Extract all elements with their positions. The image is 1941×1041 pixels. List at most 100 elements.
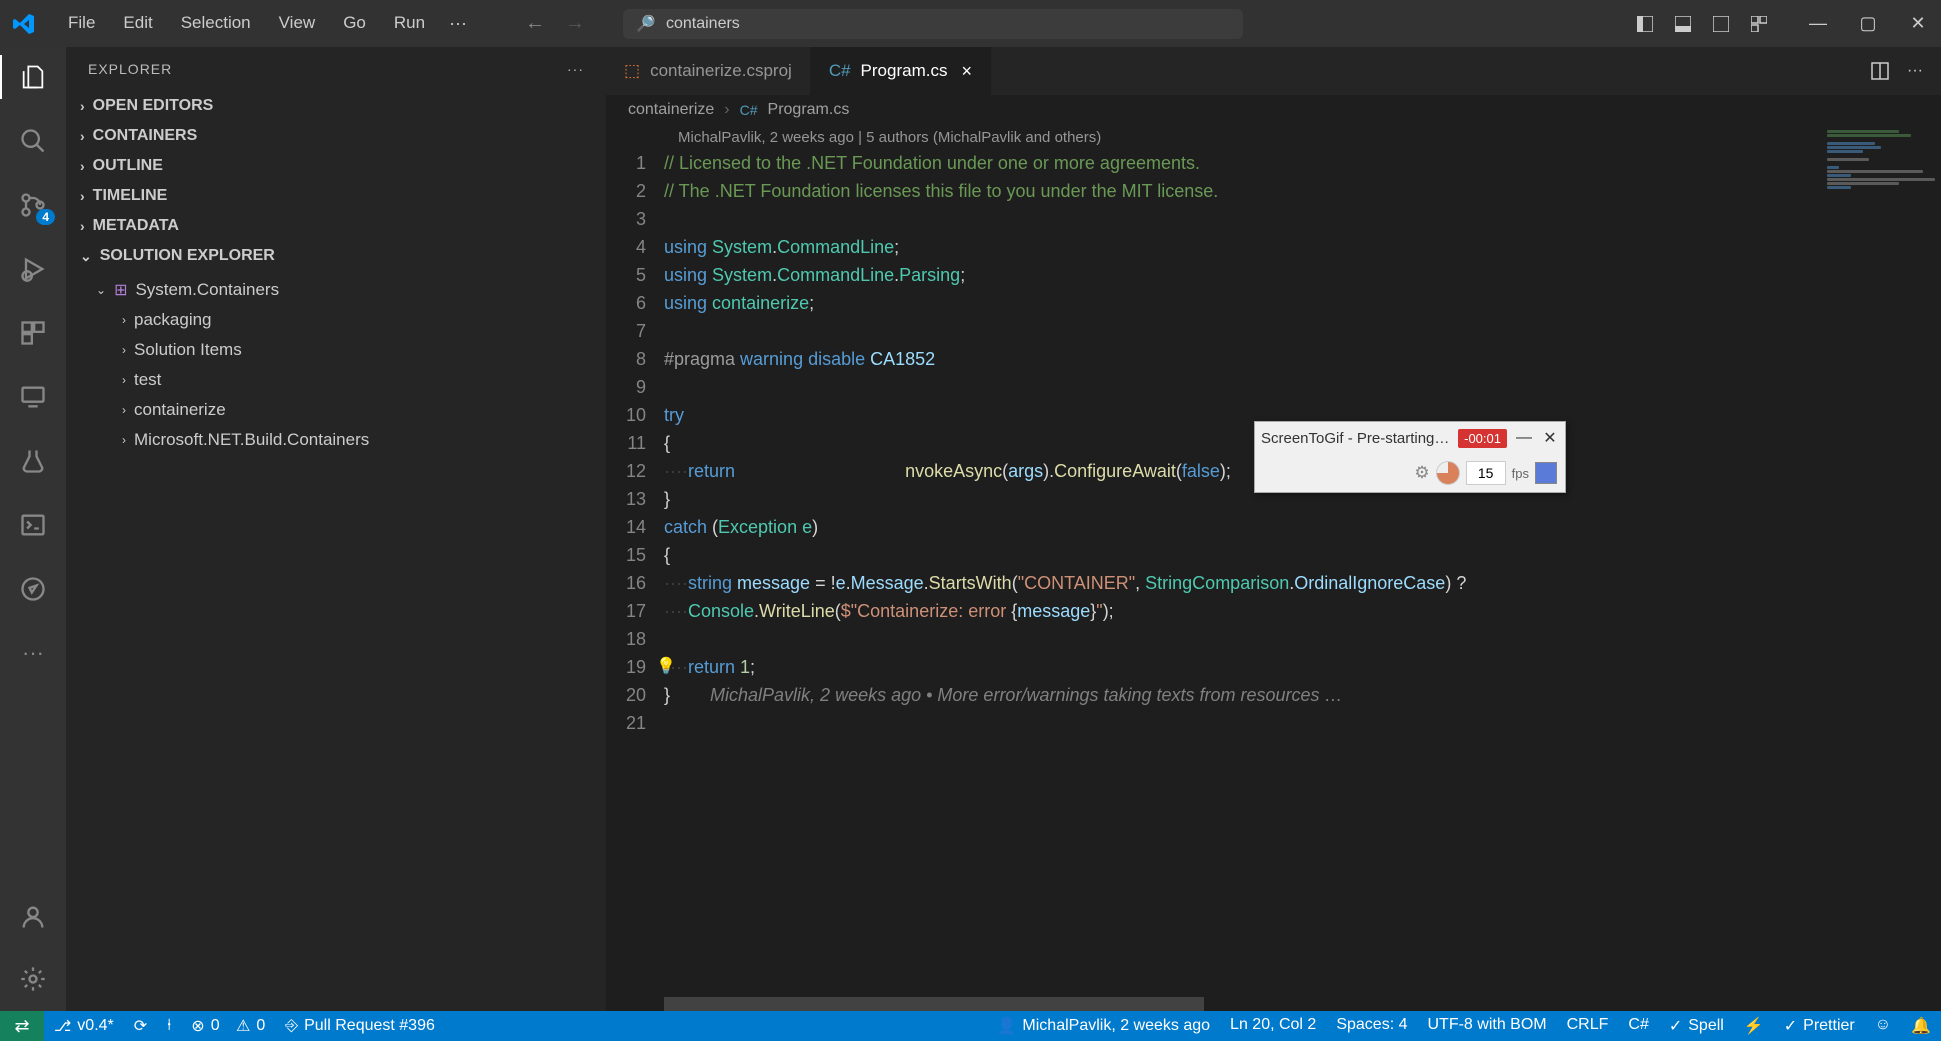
section-metadata[interactable]: ›METADATA: [66, 211, 606, 241]
window-maximize-icon[interactable]: ▢: [1855, 13, 1881, 34]
sync-icon: ⟳: [134, 1016, 147, 1036]
fps-input[interactable]: [1466, 461, 1506, 485]
section-timeline[interactable]: ›TIMELINE: [66, 181, 606, 211]
tab-program-cs[interactable]: C# Program.cs ×: [811, 47, 991, 95]
gear-icon[interactable]: ⚙: [1414, 463, 1429, 483]
tree-item[interactable]: ›Microsoft.NET.Build.Containers: [66, 425, 606, 455]
menu-edit[interactable]: Edit: [109, 7, 166, 40]
nav-back-icon[interactable]: ←: [525, 12, 545, 35]
color-swatch[interactable]: [1535, 462, 1557, 484]
section-outline[interactable]: ›OUTLINE: [66, 151, 606, 181]
menu-go[interactable]: Go: [329, 7, 380, 40]
breadcrumb-file[interactable]: Program.cs: [768, 101, 850, 119]
status-spark[interactable]: ⚡: [1734, 1016, 1774, 1036]
command-center[interactable]: 🔍 containers: [623, 9, 1243, 39]
activity-terminal-icon[interactable]: [15, 507, 51, 543]
status-pr[interactable]: ⎆Pull Request #396: [275, 1011, 445, 1041]
activity-compass-icon[interactable]: [15, 571, 51, 607]
tree-root[interactable]: ⌄⊞System.Containers: [66, 275, 606, 305]
status-encoding[interactable]: UTF-8 with BOM: [1417, 1016, 1556, 1034]
tree-item[interactable]: ›packaging: [66, 305, 606, 335]
feedback-icon: ☺: [1875, 1016, 1891, 1034]
scrollbar-thumb[interactable]: [664, 997, 1204, 1011]
section-label: OPEN EDITORS: [93, 97, 214, 115]
activity-debug-icon[interactable]: [15, 251, 51, 287]
status-blame[interactable]: 👤MichalPavlik, 2 weeks ago: [986, 1016, 1220, 1036]
activity-account-icon[interactable]: [15, 899, 51, 935]
editor-more-icon[interactable]: ···: [1907, 62, 1923, 80]
screentogif-popup[interactable]: ScreenToGif - Pre-starting… -00:01 — ✕ ⚙…: [1254, 421, 1566, 493]
activity-testing-icon[interactable]: [15, 443, 51, 479]
status-sync[interactable]: ⟳: [124, 1011, 157, 1041]
activity-extensions-icon[interactable]: [15, 315, 51, 351]
menu-view[interactable]: View: [265, 7, 330, 40]
remote-indicator[interactable]: ⇄: [0, 1011, 44, 1041]
status-bell[interactable]: 🔔: [1901, 1016, 1941, 1036]
status-position[interactable]: Ln 20, Col 2: [1220, 1016, 1326, 1034]
status-prettier[interactable]: ✓Prettier: [1774, 1016, 1865, 1036]
tree-item[interactable]: ›test: [66, 365, 606, 395]
menu-selection[interactable]: Selection: [167, 7, 265, 40]
popup-close-icon[interactable]: ✕: [1541, 428, 1559, 448]
tree-item[interactable]: ›Solution Items: [66, 335, 606, 365]
status-spell[interactable]: ✓Spell: [1659, 1016, 1734, 1036]
menu-more-icon[interactable]: ···: [439, 7, 477, 40]
section-label: METADATA: [93, 217, 179, 235]
sidebar-header: EXPLORER ···: [66, 47, 606, 91]
activity-more-icon[interactable]: ···: [15, 635, 51, 671]
status-graph[interactable]: ⍿: [157, 1011, 181, 1041]
search-icon: 🔍: [636, 14, 656, 34]
breadcrumb[interactable]: containerize › C# Program.cs: [606, 95, 1941, 125]
menu-file[interactable]: File: [54, 7, 109, 40]
chevron-down-icon: ⌄: [80, 248, 92, 265]
tab-containerize-csproj[interactable]: ⬚ containerize.csproj: [606, 47, 811, 95]
activity-settings-icon[interactable]: [15, 961, 51, 997]
layout-bottom-icon[interactable]: [1671, 12, 1695, 36]
activity-scm-icon[interactable]: 4: [15, 187, 51, 223]
popup-minimize-icon[interactable]: —: [1515, 429, 1533, 447]
window-minimize-icon[interactable]: —: [1805, 13, 1831, 34]
line-gutter: 123456789101112131415161718192021: [606, 149, 664, 737]
layout-right-icon[interactable]: [1709, 12, 1733, 36]
vscode-logo-icon: [10, 10, 38, 38]
breadcrumb-folder[interactable]: containerize: [628, 101, 714, 119]
sidebar-more-icon[interactable]: ···: [567, 61, 584, 77]
fps-label: fps: [1512, 466, 1529, 481]
section-solution-explorer[interactable]: ⌄ SOLUTION EXPLORER: [66, 241, 606, 271]
activity-search-icon[interactable]: [15, 123, 51, 159]
tree-label: Microsoft.NET.Build.Containers: [134, 430, 369, 450]
menu-run[interactable]: Run: [380, 7, 439, 40]
section-label: SOLUTION EXPLORER: [100, 247, 275, 265]
tree-item[interactable]: ›containerize: [66, 395, 606, 425]
layout-side-icon[interactable]: [1633, 12, 1657, 36]
warning-count: 0: [256, 1017, 265, 1035]
status-eol[interactable]: CRLF: [1557, 1016, 1619, 1034]
split-editor-icon[interactable]: [1871, 62, 1889, 80]
section-containers[interactable]: ›CONTAINERS: [66, 121, 606, 151]
status-spaces[interactable]: Spaces: 4: [1326, 1016, 1417, 1034]
status-branch[interactable]: ⎇v0.4*: [44, 1011, 124, 1041]
layout-customize-icon[interactable]: [1747, 12, 1771, 36]
csharp-icon: C#: [829, 61, 851, 81]
window-close-icon[interactable]: ✕: [1905, 13, 1931, 34]
nav-forward-icon[interactable]: →: [565, 12, 585, 35]
close-icon[interactable]: ×: [961, 61, 972, 82]
sidebar-title: EXPLORER: [88, 61, 172, 77]
popup-titlebar[interactable]: ScreenToGif - Pre-starting… -00:01 — ✕: [1255, 422, 1565, 454]
activity-remote-icon[interactable]: [15, 379, 51, 415]
warning-icon: ⚠: [236, 1016, 250, 1036]
status-lang[interactable]: C#: [1618, 1016, 1658, 1034]
chevron-right-icon: ›: [122, 373, 126, 387]
codelens[interactable]: MichalPavlik, 2 weeks ago | 5 authors (M…: [606, 125, 1941, 149]
activity-explorer-icon[interactable]: [15, 59, 51, 95]
status-feedback[interactable]: ☺: [1865, 1016, 1901, 1034]
section-label: OUTLINE: [93, 157, 163, 175]
horizontal-scrollbar[interactable]: [664, 997, 1821, 1011]
section-label: TIMELINE: [93, 187, 168, 205]
section-label: CONTAINERS: [93, 127, 198, 145]
status-problems[interactable]: ⊗0 ⚠0: [181, 1011, 275, 1041]
progress-pie-icon: [1436, 461, 1460, 485]
minimap[interactable]: [1821, 125, 1941, 725]
section-open-editors[interactable]: ›OPEN EDITORS: [66, 91, 606, 121]
check-icon: ✓: [1784, 1016, 1797, 1036]
